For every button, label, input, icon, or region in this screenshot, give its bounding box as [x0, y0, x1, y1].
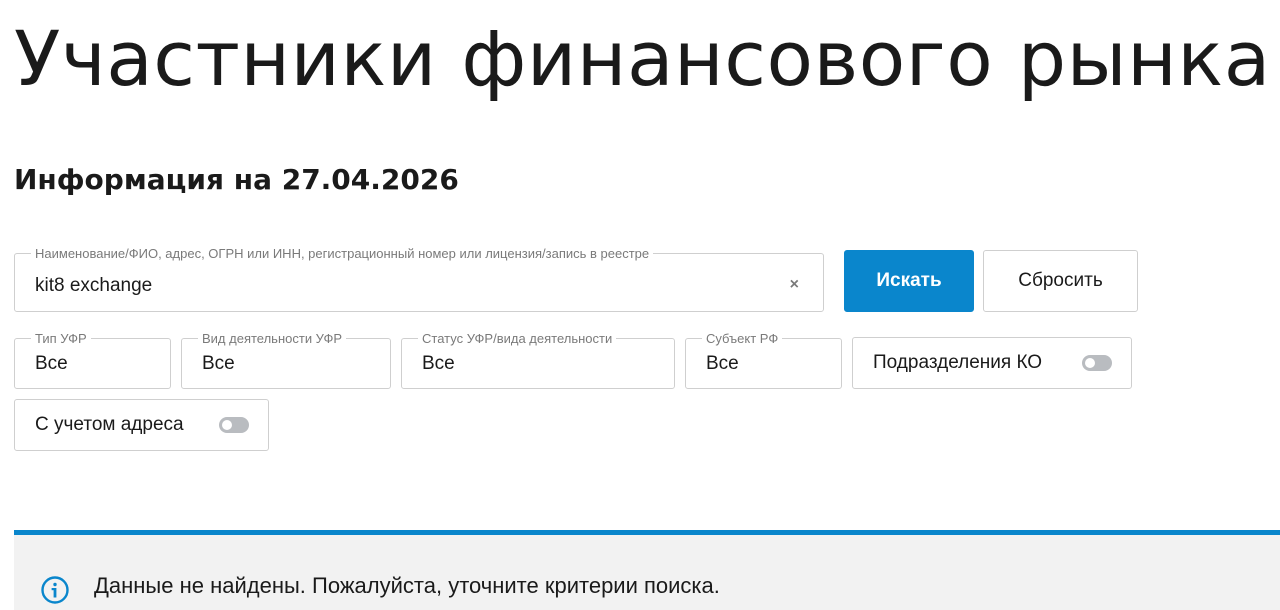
notice-text: Данные не найдены. Пожалуйста, уточните … — [94, 573, 720, 598]
search-input-value[interactable]: kit8 exchange — [35, 275, 152, 297]
filter-status-value: Все — [422, 353, 455, 374]
filter-status-label: Статус УФР/вида деятельности — [418, 331, 617, 346]
toggle-switch-icon[interactable] — [1082, 355, 1112, 371]
search-field-label: Наименование/ФИО, адрес, ОГРН или ИНН, р… — [31, 246, 654, 261]
search-field[interactable]: Наименование/ФИО, адрес, ОГРН или ИНН, р… — [14, 246, 824, 312]
reset-button[interactable]: Сбросить — [983, 250, 1138, 312]
page-title: Участники финансового рынка — [14, 14, 1271, 103]
info-date-heading: Информация на 27.04.2026 — [14, 163, 459, 196]
filter-region-value: Все — [706, 353, 739, 374]
filter-activity-select[interactable]: Вид деятельности УФР Все — [181, 331, 391, 389]
with-address-toggle[interactable]: С учетом адреса — [14, 399, 269, 451]
ko-divisions-toggle[interactable]: Подразделения КО — [852, 337, 1132, 389]
filter-region-label: Субъект РФ — [702, 331, 783, 346]
ko-divisions-label: Подразделения КО — [873, 352, 1043, 373]
filter-activity-value: Все — [202, 353, 235, 374]
filter-region-select[interactable]: Субъект РФ Все — [685, 331, 842, 389]
close-icon[interactable]: × — [790, 277, 799, 293]
no-results-notice: Данные не найдены. Пожалуйста, уточните … — [14, 530, 1280, 610]
filter-type-value: Все — [35, 353, 68, 374]
filter-type-select[interactable]: Тип УФР Все — [14, 331, 171, 389]
info-icon — [41, 576, 69, 604]
filter-activity-label: Вид деятельности УФР — [198, 331, 347, 346]
search-button[interactable]: Искать — [844, 250, 974, 312]
with-address-label: С учетом адреса — [35, 414, 184, 435]
toggle-switch-icon[interactable] — [219, 417, 249, 433]
filter-type-label: Тип УФР — [31, 331, 91, 346]
filter-status-select[interactable]: Статус УФР/вида деятельности Все — [401, 331, 675, 389]
